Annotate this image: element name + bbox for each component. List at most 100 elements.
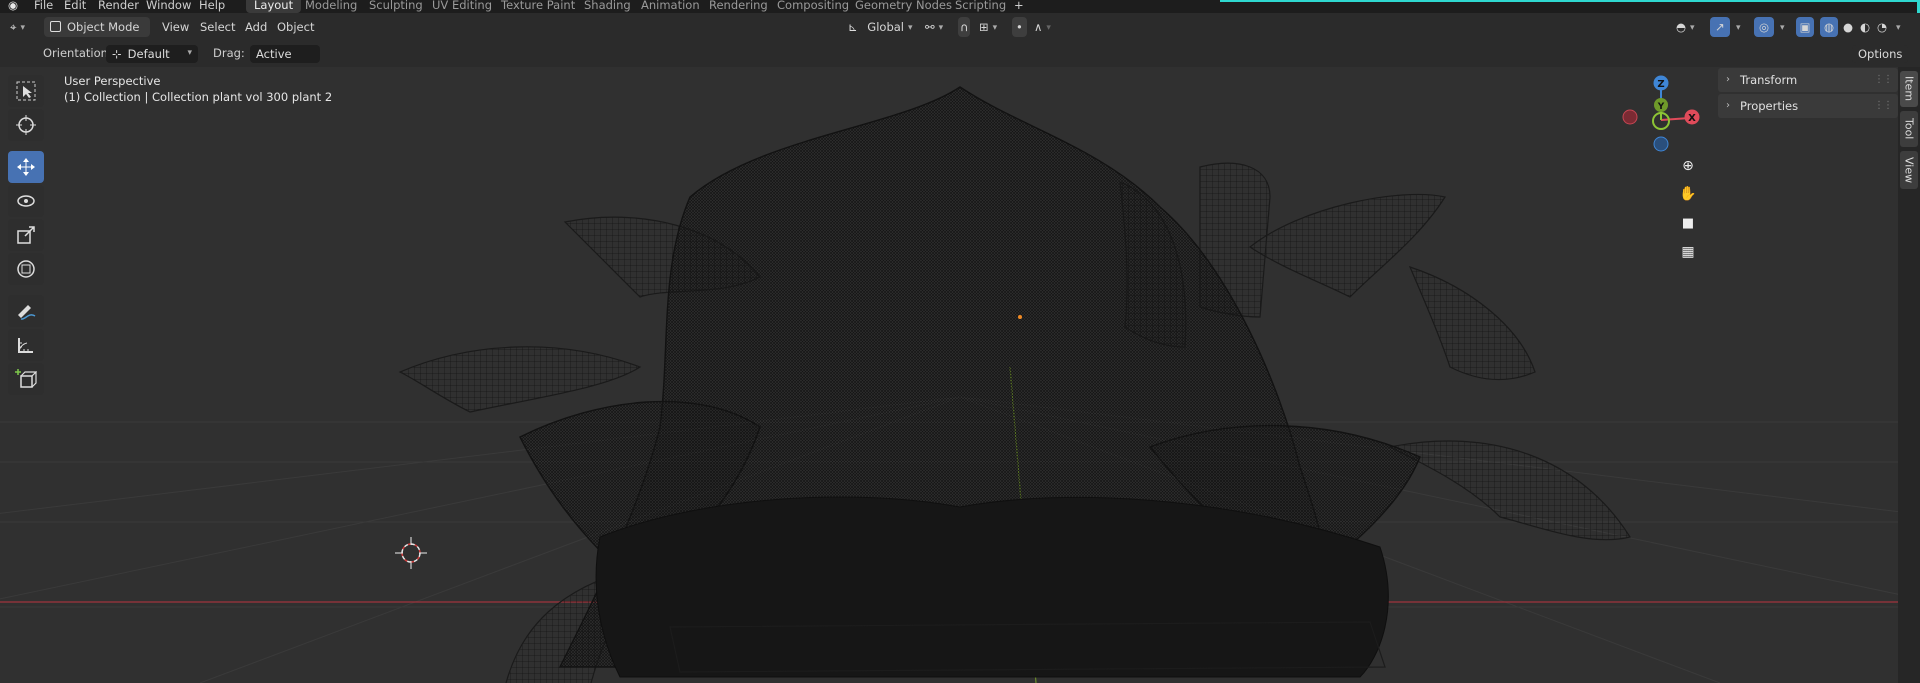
blender-logo-icon[interactable]: ◉ [8, 0, 18, 13]
gizmo-toggle[interactable]: ↗ [1710, 17, 1730, 37]
solid-sphere-icon: ● [1842, 20, 1854, 34]
tab-item[interactable]: Item [1900, 71, 1918, 107]
tab-shading[interactable]: Shading [584, 0, 631, 13]
tab-tool[interactable]: Tool [1900, 111, 1918, 147]
proportional-edit-toggle[interactable]: • [1012, 17, 1027, 37]
drag-label: Drag: [213, 46, 245, 60]
tab-modeling[interactable]: Modeling [305, 0, 357, 13]
tab-compositing[interactable]: Compositing [777, 0, 849, 13]
overlays-dropdown[interactable]: ▾ [1776, 17, 1785, 37]
tab-rendering[interactable]: Rendering [709, 0, 768, 13]
falloff-dropdown[interactable]: ∧ ▾ [1034, 17, 1051, 37]
3d-cursor-icon [395, 537, 427, 569]
zoom-magnifier-icon: ⊕ [1682, 158, 1694, 174]
pan-button[interactable]: ✋ [1675, 181, 1701, 207]
zoom-button[interactable]: ⊕ [1675, 153, 1701, 179]
move-tool[interactable] [8, 151, 44, 183]
xray-toggle[interactable]: ▣ [1796, 17, 1814, 37]
add-cube-icon [15, 369, 37, 388]
overlays-icon: ◎ [1758, 20, 1770, 34]
add-workspace-button[interactable]: + [1014, 0, 1024, 13]
menu-view[interactable]: View [162, 17, 189, 37]
visibility-dropdown[interactable]: ◓ ▾ [1676, 17, 1695, 37]
drag-handle-icon[interactable]: ⋮⋮ [1874, 68, 1893, 92]
tab-view[interactable]: View [1900, 151, 1918, 189]
transform-orientation-dropdown[interactable]: ⊾ Global ▾ [842, 17, 919, 37]
eye-icon: ◓ [1676, 20, 1687, 34]
options-label: Options [1858, 47, 1903, 61]
properties-panel-header[interactable]: › Properties ⋮⋮ [1718, 94, 1898, 118]
scale-tool[interactable] [8, 219, 44, 251]
xray-icon: ▣ [1799, 20, 1811, 34]
viewport-header: ⌖▾ Object Mode▾ View Select Add Object ⊾… [0, 13, 1920, 53]
snap-increment-icon: ⊞ [979, 20, 989, 34]
orientation-dropdown[interactable]: ⊹ Default ▾ [106, 45, 198, 63]
cursor-icon [16, 115, 36, 135]
grid-icon: ▦ [1681, 244, 1695, 260]
menu-render[interactable]: Render [98, 0, 139, 13]
drag-handle-icon[interactable]: ⋮⋮ [1874, 94, 1893, 118]
menu-edit[interactable]: Edit [64, 0, 86, 13]
camera-icon: ■ [1681, 215, 1695, 231]
top-menu-bar: ◉ File Edit Render Window Help Layout Mo… [0, 0, 1920, 13]
snap-toggle[interactable]: ∩ [958, 17, 971, 37]
properties-panel-label: Properties [1740, 99, 1799, 113]
3d-viewport[interactable]: Z Y X User Perspective (1) Collection | … [0, 67, 1920, 683]
annotate-pencil-icon [18, 305, 36, 320]
cursor-tool[interactable] [8, 109, 44, 141]
menu-object[interactable]: Object [277, 17, 314, 37]
tab-sculpting[interactable]: Sculpting [369, 0, 423, 13]
mode-label: Object Mode [67, 20, 140, 34]
collection-info: (1) Collection | Collection plant vol 30… [64, 90, 333, 104]
annotate-tool[interactable] [8, 295, 44, 327]
transform-panel-label: Transform [1740, 73, 1798, 87]
transform-tool[interactable] [8, 253, 44, 285]
options-dropdown[interactable]: Options▾ [1852, 45, 1908, 78]
scale-icon [17, 226, 35, 244]
tab-texture-paint[interactable]: Texture Paint [501, 0, 575, 13]
tab-animation[interactable]: Animation [641, 0, 700, 13]
chevron-down-icon: ▾ [187, 48, 192, 58]
menu-window[interactable]: Window [146, 0, 191, 13]
mode-dropdown[interactable]: Object Mode▾ [44, 17, 150, 53]
rotate-tool[interactable] [8, 185, 44, 217]
rendered-sphere-icon: ◔ [1876, 20, 1888, 34]
select-box-tool[interactable] [8, 75, 44, 107]
object-origin [1018, 315, 1022, 319]
gizmo-dropdown[interactable]: ▾ [1732, 17, 1741, 37]
chevron-right-icon: › [1726, 74, 1730, 85]
editor-type-button[interactable]: ⌖ ▾ [10, 17, 25, 37]
pivot-point-dropdown[interactable]: ⚯ ▾ [925, 17, 943, 37]
solid-shading-button[interactable]: ● [1840, 17, 1856, 37]
editor-type-icon: ⌖ [10, 20, 17, 34]
orientation-icon: ⊹ [112, 47, 122, 61]
tab-uv-editing[interactable]: UV Editing [432, 0, 492, 13]
material-shading-button[interactable]: ◐ [1857, 17, 1873, 37]
drag-dropdown[interactable]: Active Tool▾ [250, 45, 320, 79]
menu-select[interactable]: Select [200, 17, 235, 37]
wireframe-sphere-icon: ◍ [1823, 20, 1835, 34]
tab-scripting[interactable]: Scripting [955, 0, 1006, 13]
menu-file[interactable]: File [34, 0, 53, 13]
magnet-icon: ∩ [960, 20, 969, 34]
perspective-toggle-button[interactable]: ▦ [1675, 239, 1701, 265]
wireframe-shading-button[interactable]: ◍ [1820, 17, 1838, 37]
add-cube-tool[interactable] [8, 363, 44, 395]
tool-settings-bar: Orientation: ⊹ Default ▾ Drag: Active Tool… [0, 41, 1920, 79]
hand-icon: ✋ [1679, 186, 1697, 202]
chevron-down-icon: ▾ [938, 23, 944, 33]
measure-ruler-icon [18, 338, 33, 353]
menu-add[interactable]: Add [245, 17, 267, 37]
overlays-toggle[interactable]: ◎ [1754, 17, 1774, 37]
snap-target-dropdown[interactable]: ⊞ ▾ [979, 17, 997, 37]
tab-layout[interactable]: Layout [246, 0, 302, 13]
orientation-axes-icon: ⊾ [848, 20, 858, 34]
transform-panel-header[interactable]: › Transform ⋮⋮ [1718, 68, 1898, 92]
rendered-shading-button[interactable]: ◔ [1874, 17, 1890, 37]
chevron-right-icon: › [1726, 100, 1730, 111]
measure-tool[interactable] [8, 329, 44, 361]
tab-geometry-nodes[interactable]: Geometry Nodes [855, 0, 952, 13]
shading-dropdown[interactable]: ▾ [1892, 17, 1901, 37]
menu-help[interactable]: Help [199, 0, 225, 13]
camera-view-button[interactable]: ■ [1675, 210, 1701, 236]
